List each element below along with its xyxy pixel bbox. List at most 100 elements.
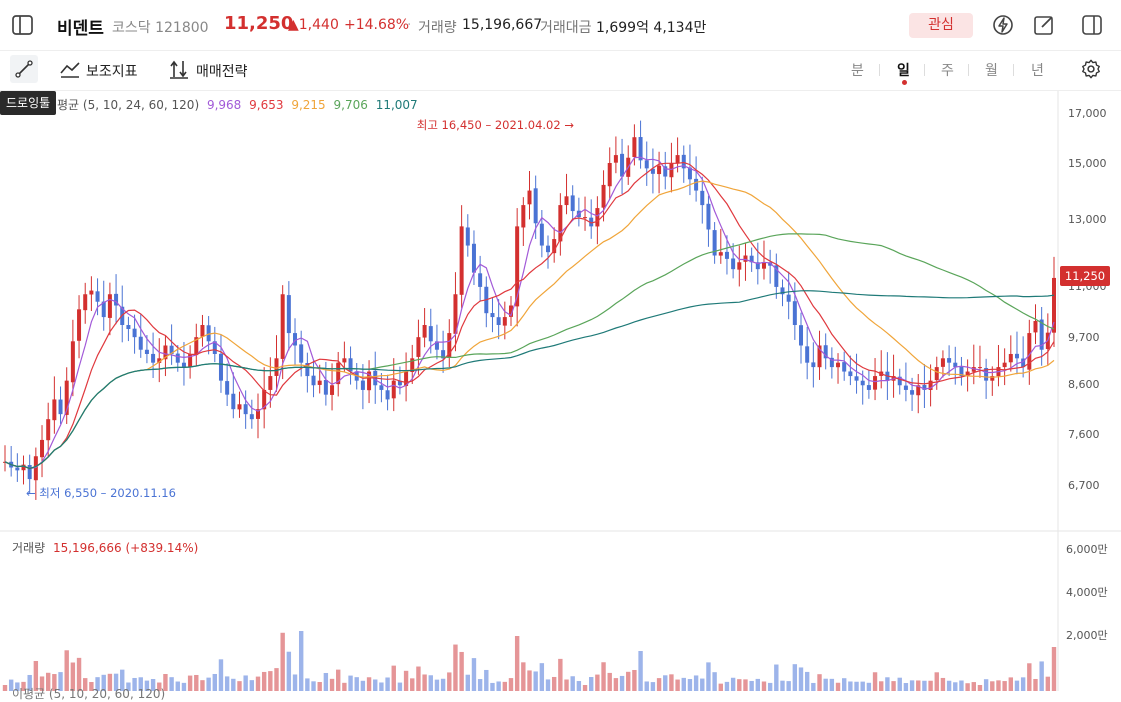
period-month[interactable]: 월 xyxy=(985,60,998,80)
candle-body xyxy=(286,295,291,334)
volume-bar xyxy=(484,669,489,691)
candle-body xyxy=(268,376,273,390)
drawing-tool-button[interactable] xyxy=(10,55,38,83)
volume-axis: 6,000만 4,000만 2,000만 xyxy=(1066,543,1108,642)
volume-bar xyxy=(953,682,958,691)
volume-bar xyxy=(187,675,193,691)
candle-body xyxy=(761,262,766,269)
volume-bars xyxy=(2,631,1057,691)
volume-bar xyxy=(990,681,995,691)
volume-bar xyxy=(848,681,853,691)
candle-body xyxy=(132,328,137,338)
volume-bar xyxy=(570,676,575,691)
volume-bar xyxy=(348,675,353,691)
candle-body xyxy=(107,294,112,318)
strategy-icon[interactable] xyxy=(168,58,190,80)
candle-body xyxy=(903,385,908,390)
candle-body xyxy=(570,195,575,212)
volume-bar xyxy=(422,674,427,691)
panel-icon[interactable] xyxy=(1080,13,1104,37)
volume-bar xyxy=(743,679,748,691)
volume-bar xyxy=(959,680,964,691)
candle-body xyxy=(379,385,384,390)
volume-bar xyxy=(601,662,606,691)
price-chart[interactable]: 17,00015,00013,00011,0009,7008,6007,6006… xyxy=(0,91,1121,691)
candle-body xyxy=(151,353,156,363)
price-axis-label: 6,700 xyxy=(1068,479,1100,492)
candle-body xyxy=(89,290,94,295)
volume-bar xyxy=(669,674,674,691)
candle-body xyxy=(27,465,32,480)
indicator-icon[interactable] xyxy=(59,58,81,80)
volume-bar xyxy=(181,682,187,691)
volume-bar xyxy=(613,678,619,691)
volume-bar xyxy=(428,675,433,691)
volume-bar xyxy=(2,685,8,691)
volume-bar xyxy=(1051,647,1057,691)
volume-bar xyxy=(292,674,298,691)
price-axis-label: 13,000 xyxy=(1068,213,1107,226)
candle-body xyxy=(836,362,841,368)
volume-bar xyxy=(373,679,378,691)
candle-body xyxy=(231,393,236,410)
active-period-indicator xyxy=(902,80,907,85)
candle-body xyxy=(478,273,483,287)
period-minute[interactable]: 분 xyxy=(851,60,864,80)
settings-gear-icon[interactable] xyxy=(1080,58,1102,80)
volume-label: 거래량 xyxy=(418,20,457,36)
candle-body xyxy=(237,404,242,410)
period-year[interactable]: 년 xyxy=(1031,60,1044,80)
volume-bar xyxy=(619,675,625,691)
volume-axis-label: 2,000만 xyxy=(1066,629,1108,642)
volume-bar xyxy=(860,681,865,691)
candle-body xyxy=(175,353,180,363)
candle-body xyxy=(77,309,82,341)
candle-body xyxy=(21,464,26,471)
volume-bar xyxy=(928,680,933,691)
volume-bar xyxy=(774,664,779,691)
separator: · xyxy=(407,17,412,33)
period-week[interactable]: 주 xyxy=(941,60,954,80)
indicator-button[interactable]: 보조지표 xyxy=(86,61,138,81)
volume-legend-label: 거래량 xyxy=(12,541,46,555)
period-day[interactable]: 일 xyxy=(897,60,910,80)
volume-bar xyxy=(231,678,236,691)
favorite-button[interactable]: 관심 xyxy=(909,13,973,38)
candle-body xyxy=(724,251,729,259)
candle-body xyxy=(360,380,365,390)
candle-body xyxy=(613,155,618,163)
volume-bar xyxy=(712,672,717,691)
candle-body xyxy=(1033,321,1038,333)
candle-body xyxy=(607,163,612,187)
drawing-tool-tooltip: 드로잉툴 xyxy=(0,91,57,115)
volume-bar xyxy=(527,670,532,691)
price-axis-label: 9,700 xyxy=(1068,331,1100,344)
candle-body xyxy=(539,223,544,246)
stock-header: 비덴트 코스닥 121800 11,250 ▲1,440 +14.68% · 거… xyxy=(0,0,1121,51)
volume-bar xyxy=(718,683,723,691)
volume-bar xyxy=(1002,681,1007,691)
candle-body xyxy=(620,153,625,177)
candle-body xyxy=(1008,353,1013,363)
amount-label: 거래대금 xyxy=(540,20,592,36)
volume-bar xyxy=(817,674,822,691)
edit-icon[interactable] xyxy=(1032,13,1056,37)
sidebar-toggle-icon[interactable] xyxy=(10,13,36,37)
volume-bar xyxy=(983,679,989,691)
volume-bar xyxy=(872,672,878,691)
volume-bar xyxy=(767,682,773,691)
volume-bar xyxy=(780,680,785,691)
volume-bar xyxy=(212,673,217,691)
volume-bar xyxy=(885,677,890,691)
strategy-button[interactable]: 매매전략 xyxy=(196,61,248,81)
volume-bar xyxy=(626,671,631,691)
volume-bar xyxy=(366,677,372,691)
volume-bar xyxy=(607,672,612,691)
volume-bar xyxy=(471,658,477,691)
flash-icon[interactable] xyxy=(991,13,1015,37)
ma120-line xyxy=(4,290,1055,470)
candle-body xyxy=(502,317,507,326)
volume-bar xyxy=(298,631,304,691)
volume-bar xyxy=(829,678,835,691)
volume-bar xyxy=(1014,680,1020,691)
